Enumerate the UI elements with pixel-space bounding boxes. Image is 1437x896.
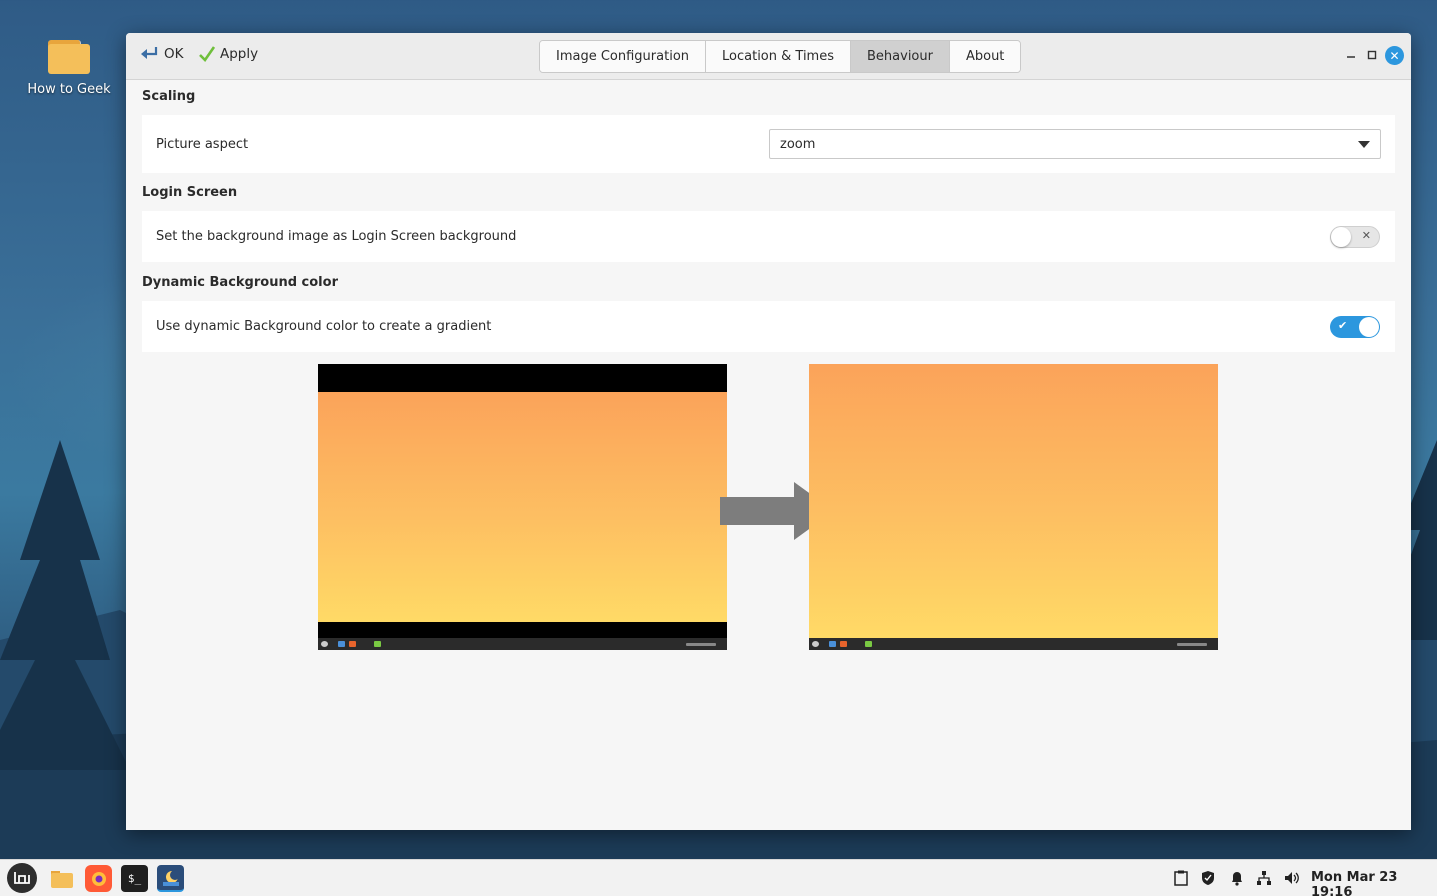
wallpaper-app-icon[interactable] [157, 865, 184, 892]
cross-icon: ✕ [1361, 229, 1371, 242]
preview-before [318, 364, 727, 650]
network-icon[interactable] [1256, 870, 1272, 886]
login-screen-row: Set the background image as Login Screen… [142, 211, 1395, 262]
panel-clock[interactable]: Mon Mar 23 19:16 [1311, 870, 1437, 896]
dynamic-background-label: Use dynamic Background color to create a… [156, 319, 492, 334]
dynamic-background-row: Use dynamic Background color to create a… [142, 301, 1395, 352]
terminal-icon[interactable]: $_ [121, 865, 148, 892]
apply-label: Apply [220, 46, 259, 62]
notification-bell-icon[interactable] [1229, 870, 1245, 886]
checkmark-icon [199, 46, 216, 63]
preview-after [809, 364, 1218, 650]
header-bar: OK Apply Image Configuration Location & … [126, 33, 1411, 80]
tab-location-times[interactable]: Location & Times [706, 41, 851, 72]
maximize-icon[interactable] [1364, 47, 1380, 63]
apply-button[interactable]: Apply [198, 45, 258, 63]
mint-menu-icon[interactable] [7, 863, 37, 893]
minimize-icon[interactable] [1343, 47, 1359, 63]
section-title-dynamic-background: Dynamic Background color [142, 275, 338, 290]
wallpaper-gradient [809, 364, 1218, 638]
toggle-knob [1359, 317, 1379, 337]
picture-aspect-value: zoom [780, 136, 816, 152]
volume-icon[interactable] [1284, 870, 1300, 886]
section-title-scaling: Scaling [142, 89, 196, 104]
wallpaper-gradient [318, 392, 727, 622]
letterbox-bar-bottom [318, 622, 727, 638]
close-icon[interactable]: ✕ [1385, 46, 1404, 65]
return-arrow-icon [141, 47, 158, 59]
letterbox-bar-top [318, 364, 727, 392]
firefox-icon[interactable] [85, 865, 112, 892]
files-icon[interactable] [48, 865, 75, 892]
check-icon: ✔ [1338, 319, 1348, 332]
desktop-icon-how-to-geek[interactable]: How to Geek [24, 40, 114, 97]
login-screen-toggle[interactable]: ✕ [1330, 226, 1380, 248]
ok-label: OK [164, 46, 184, 62]
desktop-icon-label: How to Geek [27, 82, 111, 97]
settings-window: OK Apply Image Configuration Location & … [126, 33, 1411, 830]
folder-icon [48, 40, 90, 74]
tab-bar: Image Configuration Location & Times Beh… [539, 40, 1022, 73]
chevron-down-icon [1358, 141, 1370, 148]
tab-about[interactable]: About [949, 41, 1021, 72]
mini-taskbar [318, 638, 727, 650]
shield-icon[interactable] [1200, 870, 1216, 886]
clipboard-icon[interactable] [1173, 870, 1189, 886]
mini-taskbar [809, 638, 1218, 650]
taskbar-panel: $_ Mon Mar 23 19:16 [0, 859, 1437, 896]
tab-behaviour[interactable]: Behaviour [851, 41, 950, 72]
picture-aspect-label: Picture aspect [156, 136, 249, 152]
toggle-knob [1331, 227, 1351, 247]
dynamic-background-toggle[interactable]: ✔ [1330, 316, 1380, 338]
tab-image-configuration[interactable]: Image Configuration [540, 41, 707, 72]
picture-aspect-dropdown[interactable]: zoom [769, 129, 1381, 159]
login-screen-label: Set the background image as Login Screen… [156, 229, 517, 244]
ok-button[interactable]: OK [140, 45, 183, 63]
section-title-login-screen: Login Screen [142, 185, 238, 200]
